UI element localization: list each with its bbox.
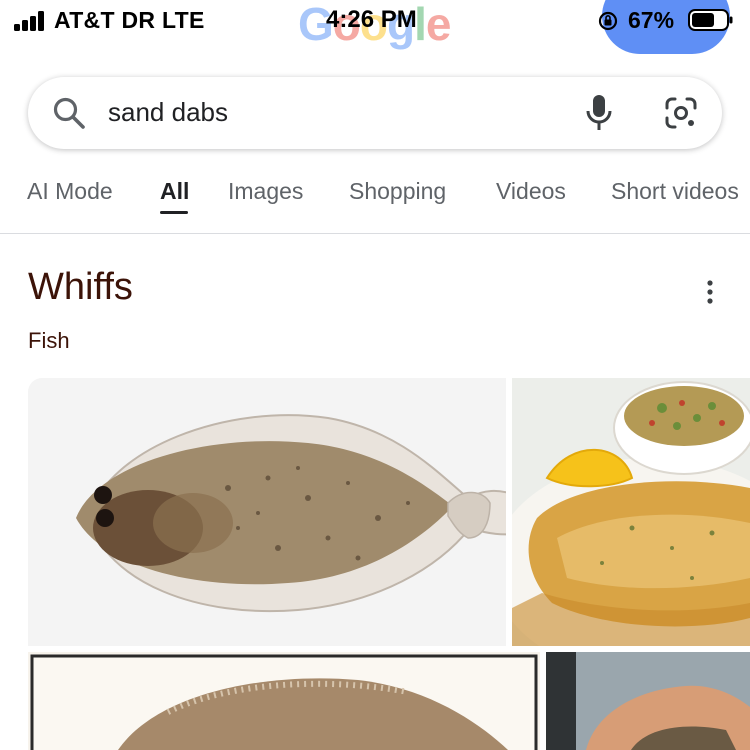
tab-images[interactable]: Images	[228, 178, 303, 205]
image-result-fish-in-hand[interactable]	[546, 652, 750, 750]
google-logo-letter: e	[425, 0, 452, 50]
tab-ai-mode[interactable]: AI Mode	[27, 178, 113, 205]
image-result-flounder-drawing[interactable]	[28, 652, 540, 750]
more-options-icon[interactable]	[700, 278, 720, 308]
tab-short-videos[interactable]: Short videos	[611, 178, 739, 205]
knowledge-panel-subtitle: Fish	[28, 328, 70, 353]
tab-shopping[interactable]: Shopping	[349, 178, 446, 205]
knowledge-panel-title: Whiffs	[28, 266, 133, 308]
fish-drawing	[30, 654, 538, 750]
carrier-label: AT&T DR LTE	[54, 7, 205, 33]
search-tabs: AI Mode All Images Shopping Videos Short…	[0, 170, 750, 234]
mic-icon[interactable]	[584, 94, 614, 132]
tab-videos[interactable]: Videos	[496, 178, 566, 205]
tab-all[interactable]: All	[160, 178, 189, 205]
rotation-lock-icon	[598, 11, 618, 31]
clock: 4:26 PM	[326, 6, 417, 33]
search-input[interactable]: sand dabs	[108, 97, 228, 128]
active-tab-indicator	[160, 211, 188, 214]
search-bar[interactable]: sand dabs	[28, 77, 722, 149]
image-result-flounder-illustration[interactable]	[28, 378, 506, 646]
battery-icon	[688, 9, 733, 31]
search-icon[interactable]	[52, 96, 86, 130]
fish-in-hand-photo	[546, 652, 750, 750]
lens-icon[interactable]	[664, 96, 698, 130]
food-plate-photo	[512, 381, 750, 646]
image-result-sand-dabs-dish[interactable]	[512, 378, 750, 646]
fish-illustration	[76, 414, 506, 613]
signal-strength-icon	[14, 11, 48, 31]
battery-percentage: 67%	[628, 7, 675, 33]
status-bar: AT&T DR LTE Google 4:26 PM 67%	[0, 0, 750, 54]
